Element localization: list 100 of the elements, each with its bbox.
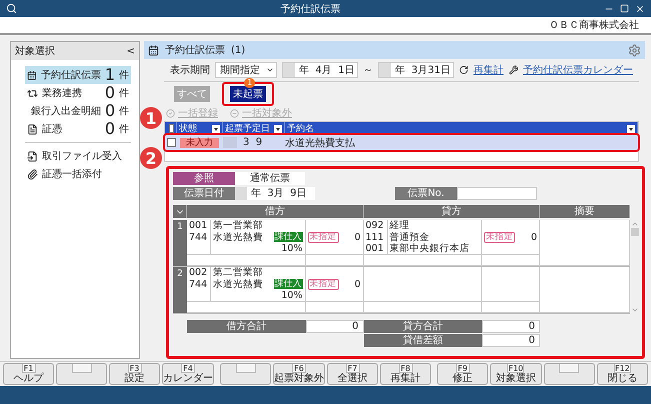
- item-count: 1: [104, 67, 115, 83]
- sidebar-item[interactable]: 銀行入出金明細 0 件: [25, 102, 131, 120]
- item-count: 0: [105, 103, 116, 119]
- paperclip-icon: [27, 168, 38, 180]
- code-text: 002: [189, 267, 208, 278]
- sidebar-title: 対象選択: [15, 44, 55, 58]
- range-separator: ～: [363, 64, 374, 77]
- tax-tag: 課仕入: [274, 232, 302, 242]
- voucher-type: 通常伝票: [235, 172, 305, 185]
- table-cell: [482, 267, 540, 302]
- status-tag: 未入力: [180, 138, 219, 148]
- row-number: 2: [173, 267, 187, 313]
- account-text: 水道光熱費: [213, 278, 263, 290]
- amount-text: 0: [354, 232, 360, 243]
- function-key[interactable]: F4 カレンダー: [162, 363, 214, 385]
- section-title: 予約仕訳伝票: [165, 44, 225, 57]
- account-text: 水道光熱費: [213, 232, 263, 243]
- function-key[interactable]: F7 全選択: [327, 363, 378, 385]
- calendar-icon: [27, 70, 37, 80]
- field-label: 伝票No.: [395, 187, 457, 200]
- reservation-name: 水道光熱費支払: [285, 136, 356, 150]
- account-text: 普通預金: [390, 232, 430, 243]
- settings-icon[interactable]: [628, 44, 641, 56]
- item-count: 0: [104, 85, 115, 101]
- row-checkbox[interactable]: [167, 138, 176, 147]
- file-import-icon: [27, 150, 38, 162]
- select-all-checkbox[interactable]: [169, 124, 174, 133]
- count-badge: 1: [244, 78, 256, 88]
- tax-rate-text: 10%: [281, 243, 302, 254]
- function-key[interactable]: F3 設定: [109, 363, 160, 385]
- date-field[interactable]: 年 4月 1日: [282, 62, 358, 78]
- code-text: 111: [366, 232, 384, 243]
- function-key[interactable]: F12 閉じる: [596, 363, 648, 385]
- sidebar-item[interactable]: 予約仕訳伝票 1 件: [25, 66, 131, 84]
- table-row[interactable]: 未入力 3 9 水道光熱費支払: [165, 135, 638, 150]
- tax-tag: 課仕入: [274, 279, 302, 290]
- sidebar-link[interactable]: 取引ファイル受入: [25, 147, 131, 165]
- code-text: 744: [189, 232, 208, 243]
- date-field[interactable]: 年 3月31日: [378, 62, 454, 78]
- tax-rate-text: 10%: [281, 290, 302, 302]
- function-key[interactable]: F1 ヘルプ: [3, 363, 54, 385]
- maximize-icon[interactable]: [620, 4, 629, 13]
- minus-circle-icon: [230, 108, 239, 118]
- period-label: 表示期間: [170, 64, 210, 77]
- function-key[interactable]: F10 対象選択: [490, 363, 542, 385]
- voucher-number-field[interactable]: [457, 187, 537, 200]
- scroll-up-icon[interactable]: [631, 220, 639, 228]
- column-header: 借方: [264, 205, 285, 218]
- document-icon: [27, 124, 38, 134]
- total-value: 0: [482, 320, 540, 333]
- code-text: 001: [189, 220, 208, 232]
- sidebar-item[interactable]: 証憑 0 件: [25, 120, 131, 138]
- dropdown-icon[interactable]: [212, 124, 220, 132]
- function-key[interactable]: F9 修正: [437, 363, 488, 385]
- voucher-date-field[interactable]: 年 3月 9日: [235, 187, 315, 200]
- dropdown-icon[interactable]: [274, 124, 282, 132]
- refresh-icon: [459, 65, 469, 75]
- scroll-down-icon[interactable]: [631, 306, 639, 314]
- date-text: 3 9: [243, 137, 262, 148]
- amount-text: 0: [530, 232, 537, 243]
- column-header: 起票予定日: [225, 124, 270, 134]
- callout-number: 1: [140, 107, 162, 129]
- function-key[interactable]: F6 起票対象外: [273, 363, 325, 385]
- scroll-thumb[interactable]: [631, 228, 639, 236]
- count-unit: 件: [119, 105, 130, 118]
- dropdown-icon[interactable]: [627, 124, 635, 132]
- toolbar-link[interactable]: 再集計: [474, 63, 504, 77]
- code-text: 744: [189, 278, 208, 290]
- code-text: 092: [366, 220, 384, 232]
- calendar-icon: [148, 44, 159, 56]
- callout-number: 2: [140, 147, 162, 169]
- field-label: 参照: [173, 172, 235, 185]
- column-header: 状態: [179, 124, 197, 134]
- amount-text: 0: [354, 278, 360, 290]
- department-text: 第二営業部: [213, 267, 263, 278]
- repeat-icon: [27, 88, 38, 98]
- sidebar-link[interactable]: 証憑一括添付: [25, 165, 131, 183]
- period-select[interactable]: 期間指定: [215, 62, 277, 78]
- total-value: 0: [482, 334, 540, 347]
- company-name: ＯＢＣ商事株式会社: [549, 18, 639, 32]
- count-unit: 件: [119, 69, 129, 82]
- toolbar-link[interactable]: 予約仕訳伝票カレンダー: [523, 63, 633, 77]
- column-header: 予約名: [287, 124, 314, 134]
- caret-icon: [266, 66, 274, 74]
- check-circle-icon: [166, 108, 175, 118]
- department-text: 経理: [390, 220, 410, 232]
- collapse-toggle[interactable]: <: [126, 46, 135, 56]
- function-key[interactable]: F8 再集計: [380, 363, 431, 385]
- wrench-icon: [508, 65, 518, 75]
- sidebar-item[interactable]: 業務連携 0 件: [25, 84, 131, 102]
- close-icon[interactable]: [635, 4, 645, 14]
- status-tab[interactable]: 未起票: [230, 86, 266, 102]
- count-unit: 件: [119, 123, 129, 136]
- count-unit: 件: [119, 87, 129, 100]
- field-label: 伝票日付: [173, 187, 235, 200]
- total-label: 貸方合計: [364, 320, 482, 333]
- department-text: 第一営業部: [213, 220, 263, 232]
- total-label: 借方合計: [187, 320, 306, 333]
- sub-account-text: 東部中央銀行本店: [390, 243, 470, 254]
- section-count: (1): [231, 44, 246, 56]
